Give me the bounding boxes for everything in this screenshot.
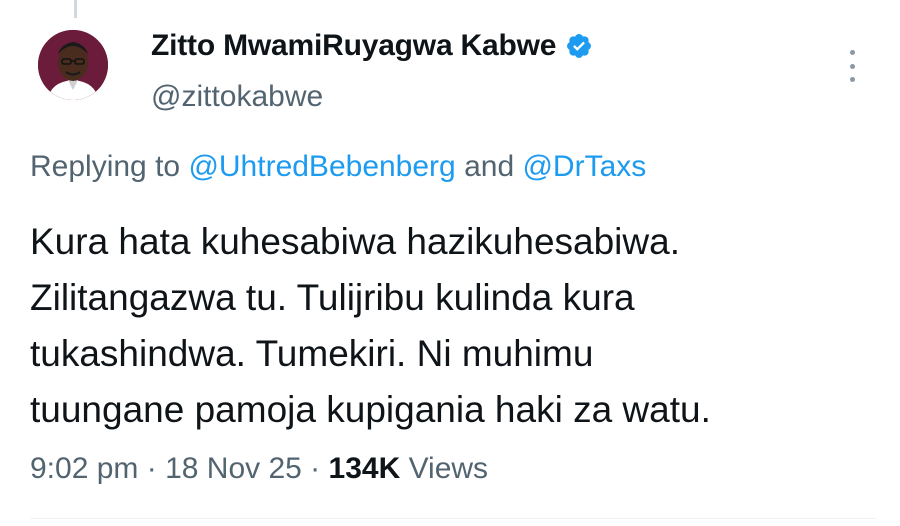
author-display-name[interactable]: Zitto MwamiRuyagwa Kabwe [151,29,556,63]
replying-connector: and [455,150,523,183]
author-handle[interactable]: @zittokabwe [151,80,323,114]
meta-separator: · [301,452,329,485]
tweet-text-line: tuungane pamoja kupigania haki za watu. [30,389,711,430]
tweet-text: Kura hata kuhesabiwa hazikuhesabiwa. Zil… [30,214,880,438]
meta-separator: · [138,452,166,485]
tweet-text-line: Kura hata kuhesabiwa hazikuhesabiwa. [30,221,680,262]
more-options-icon[interactable] [846,50,858,82]
author-name-row: Zitto MwamiRuyagwa Kabwe [151,29,593,63]
replying-to: Replying to @UhtredBebenberg and @DrTaxs [30,150,646,184]
avatar-image [38,30,108,100]
divider [30,518,876,519]
mention-drtaxs[interactable]: @DrTaxs [522,150,646,183]
replying-to-label: Replying to [30,150,189,183]
tweet-time[interactable]: 9:02 pm [30,452,138,485]
views-label: Views [400,452,489,485]
tweet-meta: 9:02 pm · 18 Nov 25 · 134K Views [30,452,488,486]
views-count[interactable]: 134K [329,452,401,485]
avatar[interactable] [38,30,108,100]
thread-connector-line [74,0,77,18]
verified-badge-icon [565,32,593,60]
tweet-text-line: tukashindwa. Tumekiri. Ni muhimu [30,333,594,374]
tweet-text-line: Zilitangazwa tu. Tulijribu kulinda kura [30,277,635,318]
tweet-date[interactable]: 18 Nov 25 [165,452,302,485]
mention-uhtredbebenberg[interactable]: @UhtredBebenberg [188,150,455,183]
